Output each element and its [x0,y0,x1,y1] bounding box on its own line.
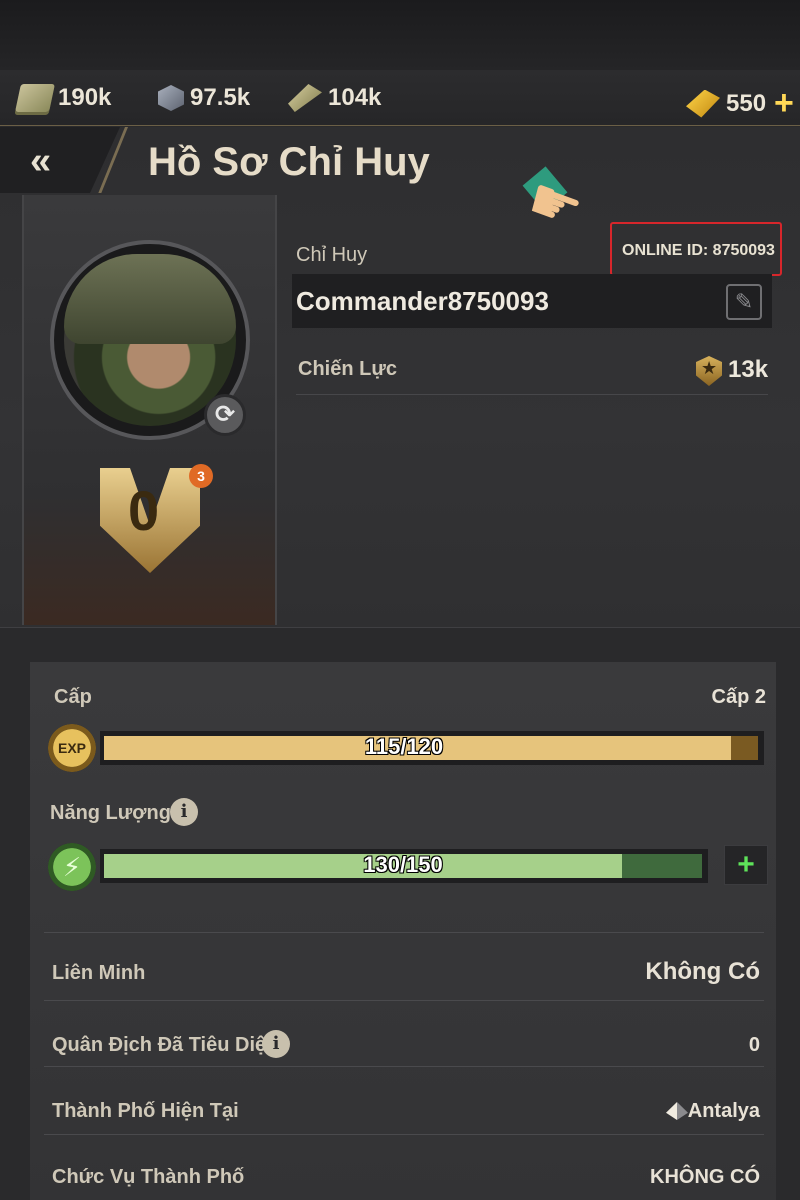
energy-icon: ⚡ [48,843,96,891]
rank-letter: 0 [128,479,160,542]
commander-name: Commander8750093 [296,286,549,316]
row-divider [44,932,764,933]
energy-info-icon[interactable]: i [170,798,198,826]
change-avatar-button[interactable]: ⟳ [204,394,246,436]
row-divider [44,1000,764,1001]
edit-name-button[interactable]: ✎ [726,284,762,320]
energy-label: Năng Lượng [50,802,171,824]
divider [296,394,768,395]
page-title: Hồ Sơ Chỉ Huy [148,140,430,184]
gold-amount: 550 [726,89,767,117]
exp-icon: EXP [48,724,96,772]
enemies-killed-info-icon[interactable]: i [262,1030,290,1058]
gold-icon [686,89,720,118]
enemies-killed-value: 0 [748,1034,760,1056]
current-city-label: Thành Phố Hiện Tại [52,1100,239,1122]
back-button[interactable]: « [30,140,51,183]
level-value: Cấp 2 [711,686,766,708]
row-divider [44,1066,764,1067]
city-position-label: Chức Vụ Thành Phố [52,1166,245,1188]
steel-resource[interactable]: 97.5k [158,84,250,112]
alliance-label: Liên Minh [52,962,146,984]
resource-bar: 190k 97.5k 104k 550 + [0,70,800,126]
ammo-resource[interactable]: 104k [288,84,381,112]
power-label: Chiến Lực [298,358,397,380]
online-id: ONLINE ID: 8750093 [622,242,775,259]
energy-text: 130/150 [363,852,443,877]
row-divider [44,1134,764,1135]
section-divider [0,627,800,628]
commander-label: Chỉ Huy [296,244,368,266]
rank-notification-badge: 3 [189,464,213,488]
power-value: 13k [728,356,769,383]
steel-amount: 97.5k [190,84,251,111]
cash-icon [15,84,55,112]
add-gold-button[interactable]: + [774,84,794,123]
level-label: Cấp [54,686,92,708]
ammo-amount: 104k [328,84,382,111]
current-city-value[interactable]: Antalya [688,1100,760,1123]
add-energy-button[interactable]: + [724,845,768,885]
gold-resource[interactable]: 550 + [686,84,794,123]
status-bar-area [0,0,800,70]
cash-amount: 190k [58,84,112,111]
alliance-value: Không Có [645,958,760,985]
cash-resource[interactable]: 190k [15,84,112,112]
steel-icon [158,85,184,111]
city-position-value: KHÔNG CÓ [650,1166,760,1188]
exp-text: 115/120 [364,734,444,759]
enemies-killed-label: Quân Địch Đã Tiêu Diệt [52,1034,273,1056]
power-star-icon: ★ [701,358,718,378]
ammo-icon [288,84,322,112]
